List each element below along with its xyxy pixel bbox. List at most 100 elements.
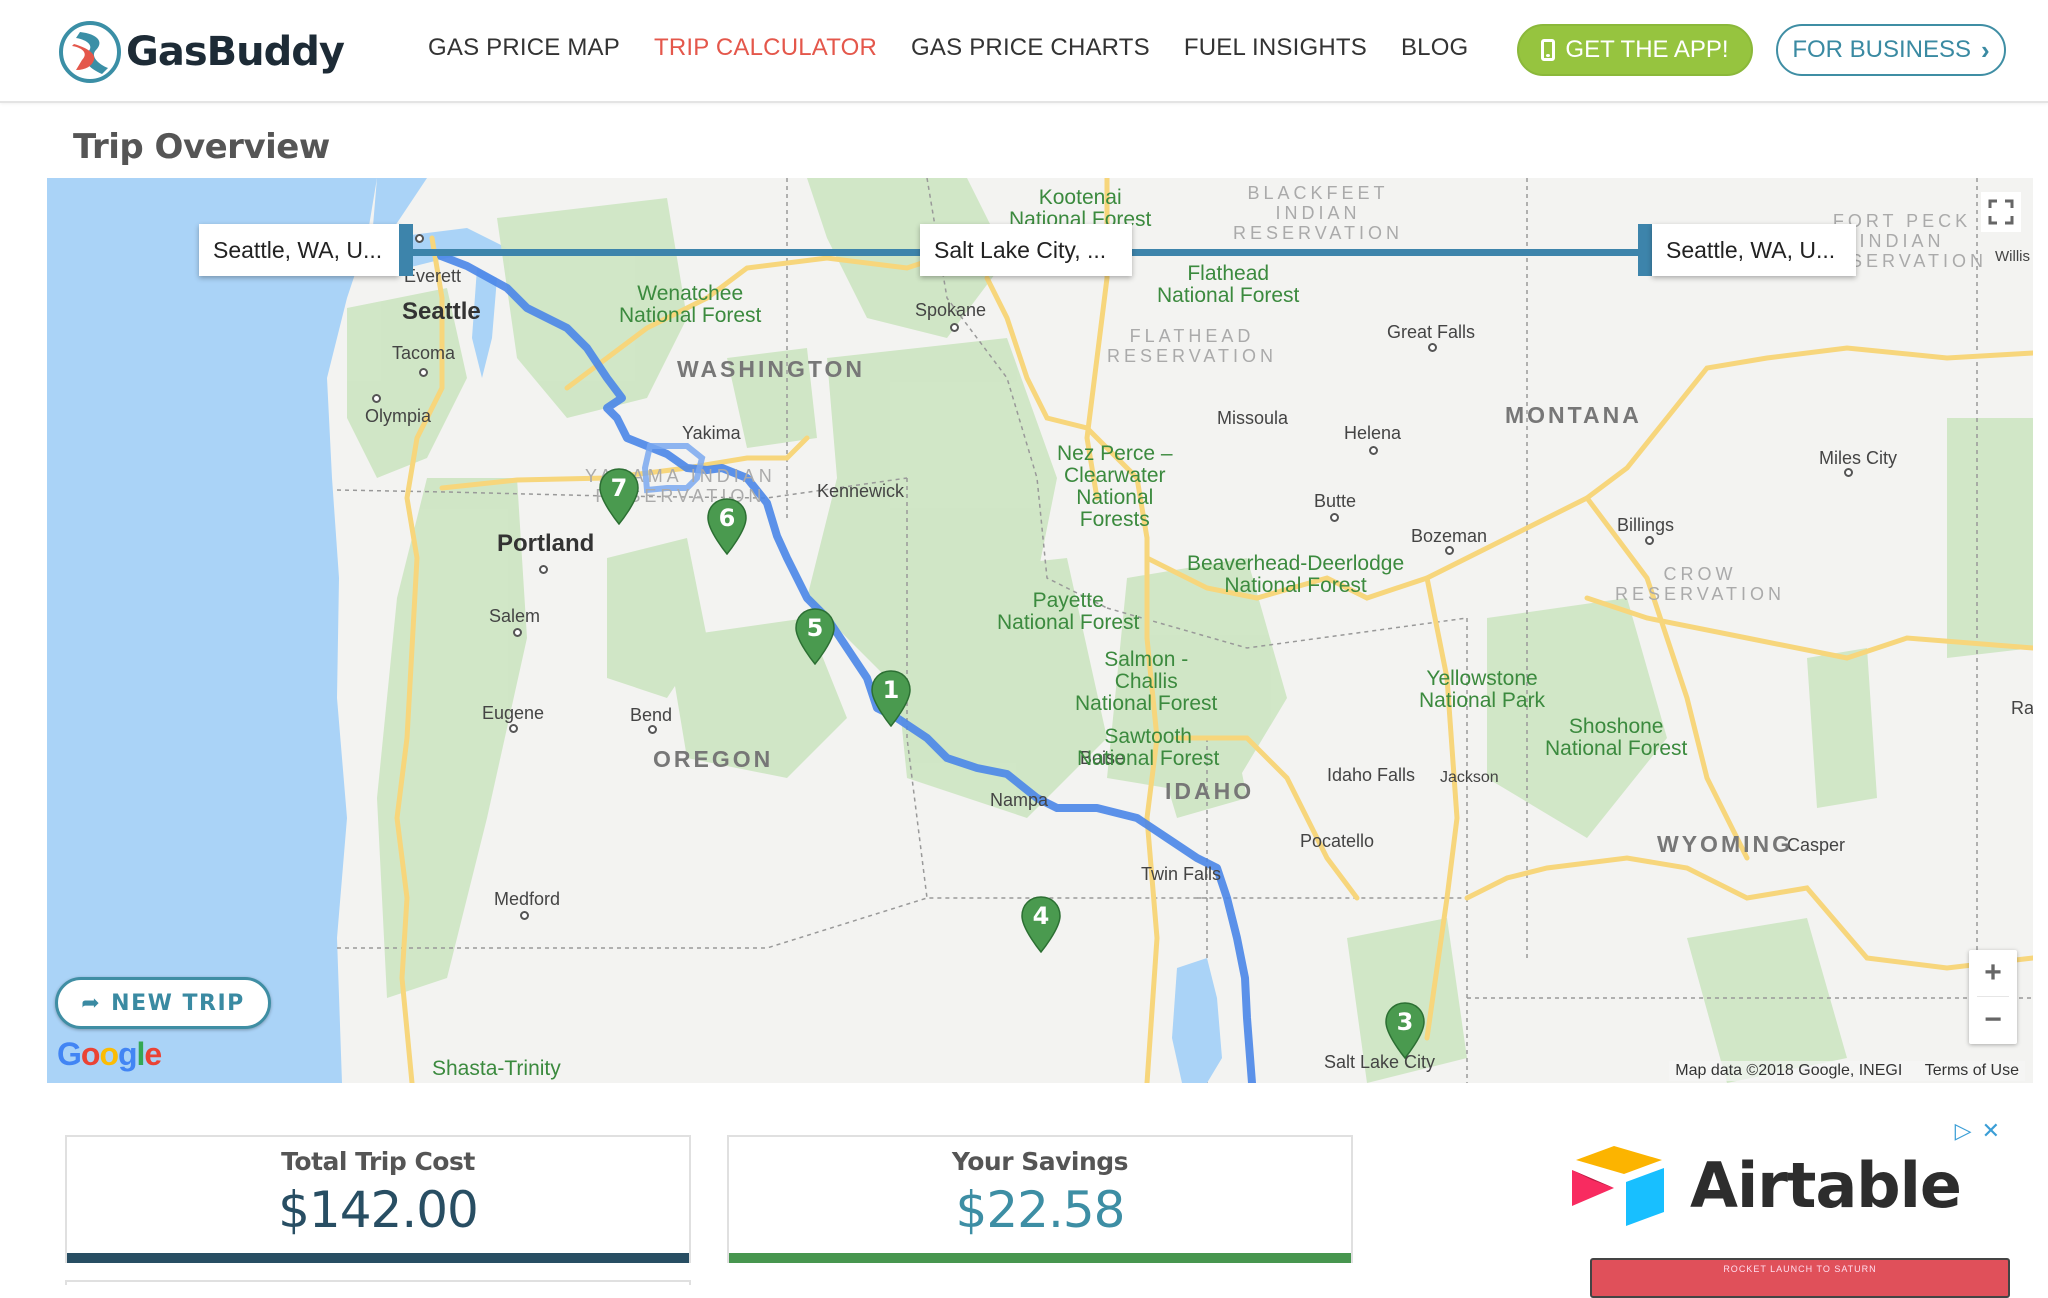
map-label-great-falls: Great Falls — [1387, 322, 1476, 342]
your-savings-card: Your Savings $22.58 — [727, 1135, 1353, 1263]
for-business-button[interactable]: FOR BUSINESS › — [1776, 24, 2006, 76]
map-label-kennewick: Kennewick — [817, 481, 905, 501]
nav-gas-price-map[interactable]: GAS PRICE MAP — [428, 34, 620, 62]
map-label-montana: MONTANA — [1505, 402, 1642, 428]
map-label-helena: Helena — [1344, 423, 1402, 443]
main-nav: GAS PRICE MAP TRIP CALCULATOR GAS PRICE … — [428, 34, 1502, 62]
zoom-out-button[interactable]: − — [1969, 997, 2017, 1043]
map-label-crow: CROW RESERVATION — [1615, 564, 1786, 604]
map-label-miles-city: Miles City — [1819, 448, 1898, 468]
waypoint-start-handle[interactable] — [399, 224, 413, 276]
map-label-sawtooth: Sawtooth National Forest — [1077, 725, 1220, 770]
map-label-twin-falls: Twin Falls — [1141, 864, 1222, 884]
map-label-tacoma: Tacoma — [392, 343, 456, 363]
map-label-spokane: Spokane — [915, 300, 987, 320]
map-label-nampa: Nampa — [990, 790, 1049, 810]
map-label-bend: Bend — [630, 705, 673, 725]
trip-map[interactable]: Victoria Seattle Everett Tacoma Olympia … — [47, 178, 2033, 1083]
advertisement[interactable]: ▷ ✕ Airtable ROCKET LAUNCH TO SATURN — [1540, 1110, 2010, 1298]
map-label-nez-perce: Nez Perce – Clearwater National Forests — [1057, 442, 1173, 531]
gasbuddy-logo[interactable]: GasBuddy — [58, 20, 345, 84]
map-attribution: Map data ©2018 Google, INEGI Terms of Us… — [1669, 1061, 2025, 1081]
terms-of-use-link[interactable]: Terms of Use — [1925, 1062, 2019, 1079]
map-label-payette: Payette National Forest — [997, 589, 1140, 634]
waypoint-end-handle[interactable] — [1638, 224, 1652, 276]
map-label-casper: Casper — [1787, 835, 1846, 855]
stop-marker-1[interactable]: 1 — [870, 670, 912, 728]
nav-blog[interactable]: BLOG — [1401, 34, 1469, 62]
city-dot — [415, 234, 424, 243]
map-label-oregon: OREGON — [653, 746, 774, 772]
stop-marker-6[interactable]: 6 — [706, 498, 748, 556]
map-label-beaverhead: Beaverhead-Deerlodge National Forest — [1187, 552, 1405, 597]
city-dot — [1844, 468, 1853, 477]
airtable-logo: Airtable — [1566, 1140, 1962, 1230]
your-savings-bar — [729, 1253, 1351, 1263]
zoom-in-button[interactable]: + — [1969, 950, 2017, 996]
map-label-jackson: Jackson — [1440, 769, 1499, 786]
airtable-mark-icon — [1572, 1146, 1664, 1226]
map-label-blackfeet: BLACKFEET INDIAN RESERVATION — [1233, 183, 1404, 243]
gasbuddy-logo-icon — [59, 21, 121, 83]
ad-banner-image: ROCKET LAUNCH TO SATURN — [1590, 1258, 2010, 1298]
city-dot — [1645, 536, 1654, 545]
map-label-missoula: Missoula — [1217, 408, 1289, 428]
stop-marker-5[interactable]: 5 — [794, 608, 836, 666]
map-label-eugene: Eugene — [482, 703, 545, 723]
chevron-right-icon: › — [1981, 34, 1990, 65]
share-arrow-icon: ➦ — [81, 990, 102, 1016]
total-trip-cost-label: Total Trip Cost — [281, 1147, 475, 1176]
ad-banner-text: ROCKET LAUNCH TO SATURN — [1723, 1264, 1877, 1274]
new-trip-button[interactable]: ➦ NEW TRIP — [55, 977, 271, 1029]
map-label-portland: Portland — [497, 530, 595, 557]
total-trip-cost-value: $142.00 — [278, 1181, 479, 1239]
brand-name: GasBuddy — [126, 29, 345, 75]
close-icon[interactable]: ✕ — [1982, 1118, 2000, 1144]
map-label-williston: Willis — [1995, 248, 2030, 265]
your-savings-label: Your Savings — [951, 1147, 1129, 1176]
nav-gas-price-charts[interactable]: GAS PRICE CHARTS — [911, 34, 1150, 62]
map-label-seattle: Seattle — [402, 298, 481, 325]
city-dot — [1445, 546, 1454, 555]
map-label-flathead-res: FLATHEAD RESERVATION — [1107, 326, 1278, 366]
city-dot — [950, 323, 959, 332]
get-the-app-button[interactable]: GET THE APP! — [1517, 24, 1753, 76]
waypoint-end[interactable]: Seattle, WA, U... — [1652, 224, 1856, 276]
waypoint-middle[interactable]: Salt Lake City, ... — [920, 224, 1132, 276]
map-label-pocatello: Pocatello — [1300, 831, 1375, 851]
city-dot — [1330, 513, 1339, 522]
map-label-salmon-challis: Salmon - Challis National Forest — [1075, 648, 1218, 715]
new-trip-label: NEW TRIP — [111, 990, 245, 1016]
phone-icon — [1541, 39, 1556, 61]
map-label-medford: Medford — [494, 889, 561, 909]
airtable-wordmark: Airtable — [1690, 1148, 1962, 1222]
fullscreen-button[interactable] — [1981, 192, 2021, 232]
map-label-olympia: Olympia — [365, 406, 432, 426]
stop-marker-4[interactable]: 4 — [1020, 896, 1062, 954]
map-label-rapid-city: Ra — [2011, 698, 2033, 718]
site-header: GasBuddy GAS PRICE MAP TRIP CALCULATOR G… — [0, 0, 2048, 103]
nav-fuel-insights[interactable]: FUEL INSIGHTS — [1184, 34, 1367, 62]
map-label-wenatchee: Wenatchee National Forest — [619, 282, 762, 327]
map-data-credit: Map data ©2018 Google, INEGI — [1675, 1062, 1903, 1079]
nav-trip-calculator[interactable]: TRIP CALCULATOR — [654, 34, 877, 62]
city-dot — [539, 565, 548, 574]
city-dot — [509, 724, 518, 733]
stop-marker-3[interactable]: 3 — [1384, 1002, 1426, 1060]
city-dot — [520, 911, 529, 920]
next-card-edge — [65, 1280, 691, 1285]
stop-marker-7[interactable]: 7 — [598, 468, 640, 526]
get-the-app-label: GET THE APP! — [1565, 36, 1729, 63]
google-logo[interactable]: Google — [57, 1036, 162, 1073]
map-label-billings: Billings — [1617, 515, 1675, 535]
for-business-label: FOR BUSINESS — [1792, 36, 1972, 63]
total-trip-cost-bar — [67, 1253, 689, 1263]
waypoint-start-label: Seattle, WA, U... — [213, 236, 383, 263]
waypoint-end-label: Seattle, WA, U... — [1666, 236, 1836, 263]
map-label-flathead-nf: Flathead National Forest — [1157, 262, 1300, 307]
waypoint-middle-label: Salt Lake City, ... — [934, 236, 1107, 263]
map-label-wyoming: WYOMING — [1657, 831, 1793, 857]
waypoint-start[interactable]: Seattle, WA, U... — [199, 224, 399, 276]
total-trip-cost-card: Total Trip Cost $142.00 — [65, 1135, 691, 1263]
map-label-idaho: IDAHO — [1165, 778, 1255, 804]
